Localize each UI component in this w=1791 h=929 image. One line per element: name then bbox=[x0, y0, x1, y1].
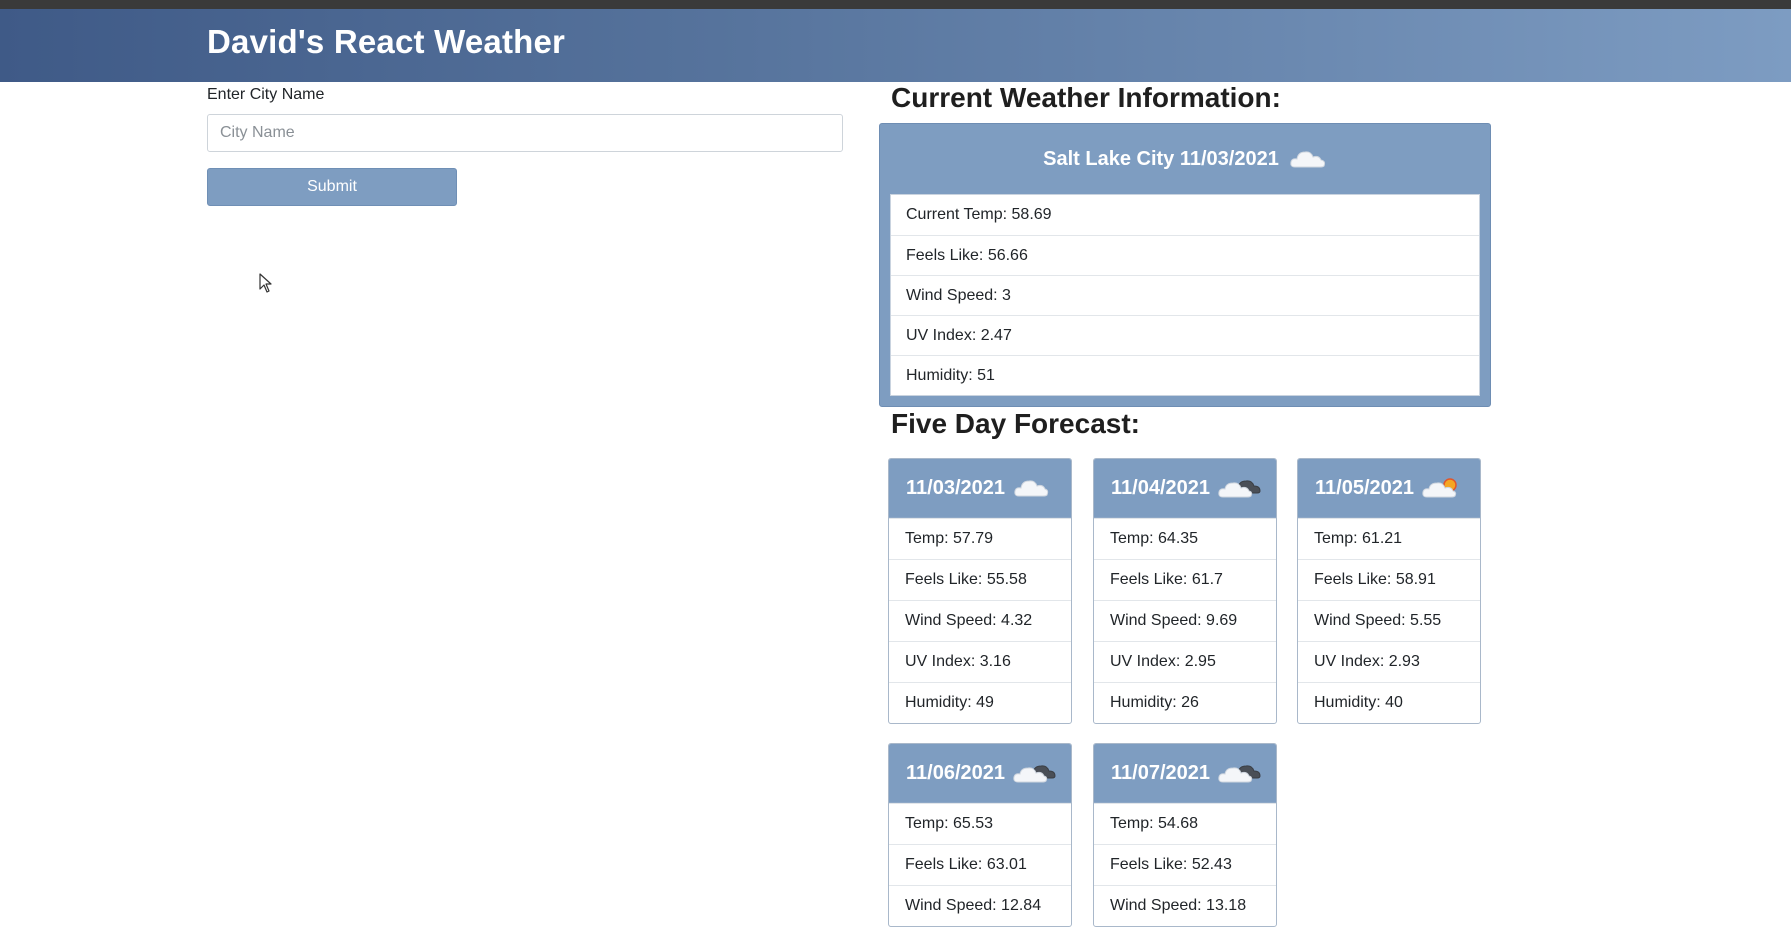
partly-sunny-icon bbox=[1422, 476, 1462, 500]
forecast-item: Feels Like: 63.01 bbox=[889, 844, 1071, 885]
forecast-card: 11/05/2021 Temp: 61.21 Feels Like: 58.91 Wi… bbox=[1297, 458, 1481, 724]
forecast-item: Wind Speed: 4.32 bbox=[889, 600, 1071, 641]
forecast-item: Temp: 57.79 bbox=[889, 518, 1071, 559]
current-weather-header: Salt Lake City 11/03/2021 bbox=[880, 124, 1490, 194]
current-weather-item: Wind Speed: 3 bbox=[891, 275, 1479, 315]
cloud-icon bbox=[1289, 148, 1327, 170]
app-title: David's React Weather bbox=[207, 23, 566, 60]
app-header: David's React Weather bbox=[0, 9, 1791, 82]
current-weather-heading: Salt Lake City 11/03/2021 bbox=[1043, 147, 1279, 170]
forecast-title: Five Day Forecast: bbox=[891, 408, 1140, 439]
forecast-item: UV Index: 2.95 bbox=[1094, 641, 1276, 682]
browser-top-strip bbox=[0, 0, 1791, 9]
current-weather-list: Current Temp: 58.69 Feels Like: 56.66 Wind… bbox=[890, 194, 1480, 396]
forecast-item: Humidity: 26 bbox=[1094, 682, 1276, 723]
forecast-item: Feels Like: 55.58 bbox=[889, 559, 1071, 600]
cloud-icon bbox=[1013, 477, 1049, 499]
forecast-card-header: 11/06/2021 bbox=[889, 744, 1071, 803]
forecast-card: 11/06/2021 Temp: 65.53 Feels Like: 63.01 Wi… bbox=[888, 743, 1072, 927]
forecast-item: Humidity: 40 bbox=[1298, 682, 1480, 723]
current-weather-card: Salt Lake City 11/03/2021 Current Temp: … bbox=[879, 123, 1491, 407]
forecast-item: Temp: 65.53 bbox=[889, 803, 1071, 844]
forecast-date: 11/03/2021 bbox=[906, 476, 1005, 499]
forecast-item: Temp: 54.68 bbox=[1094, 803, 1276, 844]
current-weather-item: Current Temp: 58.69 bbox=[906, 206, 1052, 223]
mouse-cursor-icon bbox=[259, 273, 272, 293]
forecast-item: UV Index: 2.93 bbox=[1298, 641, 1480, 682]
forecast-date: 11/04/2021 bbox=[1111, 476, 1210, 499]
forecast-card-header: 11/05/2021 bbox=[1298, 459, 1480, 518]
submit-button[interactable]: Submit bbox=[207, 168, 457, 206]
forecast-item: Temp: 61.21 bbox=[1298, 518, 1480, 559]
city-name-input[interactable] bbox=[207, 114, 843, 152]
forecast-date: 11/07/2021 bbox=[1111, 761, 1210, 784]
forecast-card-header: 11/03/2021 bbox=[889, 459, 1071, 518]
forecast-item: Feels Like: 58.91 bbox=[1298, 559, 1480, 600]
forecast-item: Feels Like: 61.7 bbox=[1094, 559, 1276, 600]
forecast-date: 11/06/2021 bbox=[906, 761, 1005, 784]
forecast-card-header: 11/04/2021 bbox=[1094, 459, 1276, 518]
forecast-date: 11/05/2021 bbox=[1315, 476, 1414, 499]
current-weather-item: UV Index: 2.47 bbox=[891, 315, 1479, 355]
forecast-card: 11/03/2021 Temp: 57.79 Feels Like: 55.58 Wi… bbox=[888, 458, 1072, 724]
forecast-card: 11/07/2021 Temp: 54.68 Feels Like: 52.43 Wi… bbox=[1093, 743, 1277, 927]
city-input-label: Enter City Name bbox=[207, 86, 325, 103]
current-weather-item: Feels Like: 56.66 bbox=[891, 235, 1479, 275]
forecast-item: Wind Speed: 5.55 bbox=[1298, 600, 1480, 641]
forecast-item: Temp: 64.35 bbox=[1094, 518, 1276, 559]
forecast-item: Wind Speed: 9.69 bbox=[1094, 600, 1276, 641]
current-weather-item: Humidity: 51 bbox=[891, 355, 1479, 395]
forecast-item: Feels Like: 52.43 bbox=[1094, 844, 1276, 885]
dark-clouds-icon bbox=[1218, 761, 1262, 785]
forecast-item: Wind Speed: 13.18 bbox=[1094, 885, 1276, 926]
forecast-item: Humidity: 49 bbox=[889, 682, 1071, 723]
dark-clouds-icon bbox=[1218, 476, 1262, 500]
dark-clouds-icon bbox=[1013, 761, 1057, 785]
forecast-item: UV Index: 3.16 bbox=[889, 641, 1071, 682]
forecast-item: Wind Speed: 12.84 bbox=[889, 885, 1071, 926]
forecast-card-header: 11/07/2021 bbox=[1094, 744, 1276, 803]
forecast-card: 11/04/2021 Temp: 64.35 Feels Like: 61.7 Win… bbox=[1093, 458, 1277, 724]
current-weather-title: Current Weather Information: bbox=[891, 82, 1281, 113]
